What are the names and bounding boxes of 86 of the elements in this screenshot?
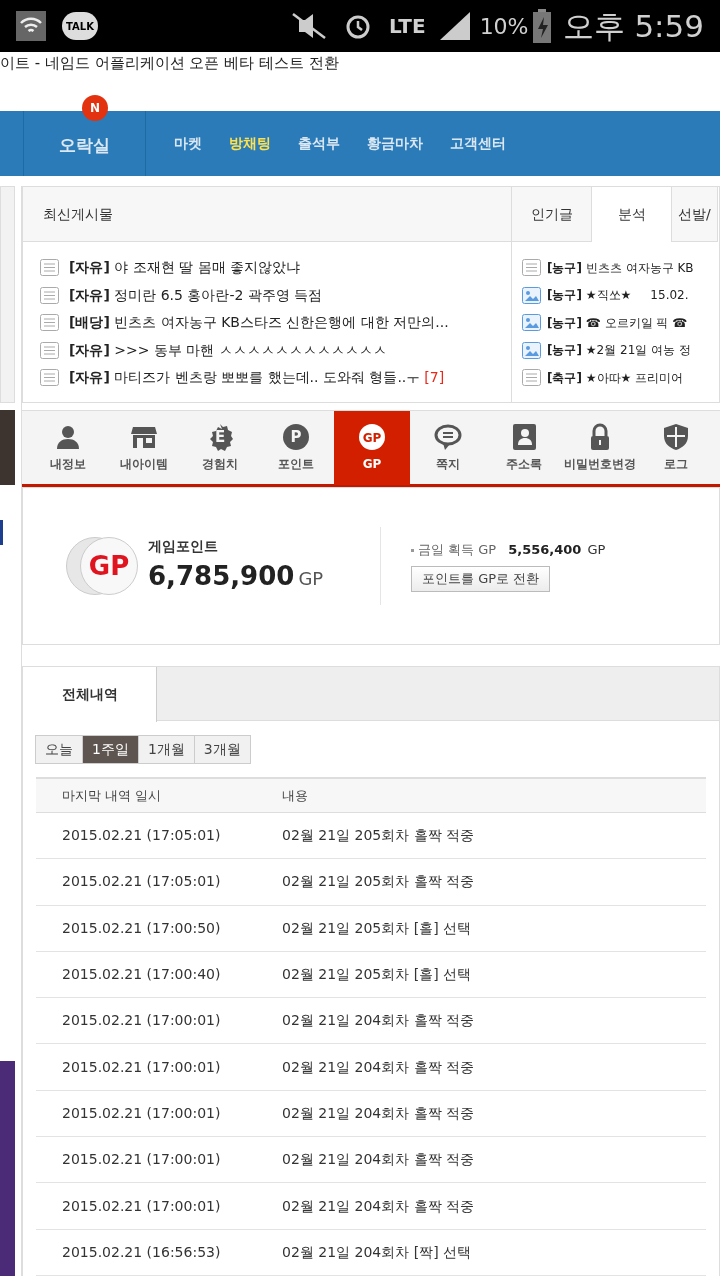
menu-tab[interactable]: GP GP — [334, 411, 410, 485]
today-gp-unit: GP — [587, 541, 606, 560]
point-icon: P — [282, 423, 310, 451]
menu-tab[interactable]: 주소록 — [486, 411, 562, 485]
table-cell-text: 2015.02.21 (17:00:01) — [61, 1150, 222, 1170]
battery-level: 10% — [479, 12, 529, 41]
period-button[interactable]: 1개월 — [137, 735, 195, 764]
page-title: 이트 - 네임드 어플리케이션 오픈 베타 테스트 전환 — [0, 53, 340, 74]
today-gp-label: 금일 획득 GP — [418, 541, 497, 560]
menu-tab[interactable]: 비밀번호변경 — [562, 411, 638, 485]
table-cell-text: 2015.02.21 (16:56:53) — [61, 1242, 222, 1262]
table-cell-text: 02월 21일 205회차 홀짝 적중 — [282, 872, 475, 892]
table-cell-text: 2015.02.21 (17:00:01) — [61, 1196, 222, 1216]
post-link[interactable]: [축구] ★아따★ 프리미어 — [547, 368, 684, 387]
today-gp-amount: 5,556,400 — [508, 541, 582, 560]
table-cell-text: 02월 21일 205회차 [홀] 선택 — [282, 918, 472, 938]
document-icon — [40, 369, 59, 387]
comment-count: [7] — [424, 368, 445, 388]
table-cell-text: 02월 21일 204회차 홀짝 적중 — [282, 1057, 475, 1077]
board-tab[interactable]: 인기글 — [512, 187, 592, 242]
period-button[interactable]: 1주일 — [82, 735, 139, 764]
convert-button[interactable]: 포인트를 GP로 전환 — [411, 565, 551, 592]
table-cell-text: 02월 21일 205회차 [홀] 선택 — [282, 965, 472, 985]
table-cell-text: 2015.02.21 (17:00:01) — [61, 1103, 222, 1123]
board-tab[interactable]: 선발/ — [672, 187, 718, 242]
table-cell-text: 2015.02.21 (17:05:01) — [61, 826, 222, 846]
new-badge: N — [82, 95, 108, 121]
history-tab[interactable]: 전체내역 — [23, 667, 157, 722]
post-link[interactable]: [농구] ★직쏘★ 15.02. — [547, 286, 689, 305]
post-link[interactable]: [자유] 정미란 6.5 홍아란-2 곽주영 득점 — [69, 284, 323, 306]
chat-app-icon: TALK — [62, 12, 98, 40]
table-cell-text: 2015.02.21 (17:00:01) — [61, 1011, 222, 1031]
battery-icon — [532, 9, 551, 43]
network-type: LTE — [388, 16, 426, 36]
table-cell-text: 02월 21일 205회차 홀짝 적중 — [282, 826, 475, 846]
menu-tab[interactable]: E 경험치 — [182, 411, 258, 485]
document-icon — [40, 286, 59, 304]
table-cell-text: 2015.02.21 (17:05:01) — [61, 872, 222, 892]
menu-tab[interactable]: 내아이템 — [106, 411, 182, 485]
nav-home-link[interactable]: 오락실 — [59, 132, 110, 159]
period-button[interactable]: 오늘 — [35, 735, 83, 764]
menu-tab[interactable]: P 포인트 — [258, 411, 334, 485]
post-link[interactable]: [농구] 빈츠츠 여자농구 KB — [547, 258, 694, 277]
gp-icon: GP — [358, 423, 386, 451]
gp-unit: GP — [298, 567, 324, 591]
gp-label: 게임포인트 — [148, 537, 219, 556]
image-post-icon — [522, 314, 541, 332]
document-icon — [522, 259, 541, 277]
table-cell-text: 2015.02.21 (17:00:40) — [61, 965, 222, 985]
document-icon — [40, 259, 59, 277]
post-link[interactable]: [농구] ★2월 21일 여농 정 — [547, 341, 691, 360]
speech-bubble-icon — [434, 423, 462, 451]
post-link[interactable]: [자유] 마티즈가 벤츠랑 뽀뽀를 했는데.. 도와줘 형들..ㅜ — [69, 367, 421, 389]
post-link[interactable]: [자유] 야 조재현 딸 몸매 좋지않았냐 — [69, 257, 301, 279]
menu-tab[interactable]: 쪽지 — [410, 411, 486, 485]
column-header: 마지막 내역 일시 — [61, 786, 163, 805]
table-cell-text: 2015.02.21 (17:00:50) — [61, 918, 222, 938]
document-icon — [522, 369, 541, 387]
table-cell-text: 02월 21일 204회차 홀짝 적중 — [282, 1150, 475, 1170]
clock: 오후 5:59 — [562, 6, 704, 46]
nav-link[interactable]: 고객센터 — [450, 133, 506, 154]
table-cell-text: 02월 21일 204회차 홀짝 적중 — [282, 1103, 475, 1123]
board-title: 최신게시물 — [23, 187, 511, 242]
post-link[interactable]: [배당] 빈츠츠 여자농구 KB스타즈 신한은행에 대한 저만의... — [69, 312, 449, 334]
contacts-icon — [510, 423, 538, 451]
table-cell-text: 02월 21일 204회차 홀짝 적중 — [282, 1196, 475, 1216]
column-header: 내용 — [282, 786, 308, 805]
document-icon — [40, 341, 59, 359]
nav-link[interactable]: 출석부 — [298, 133, 340, 154]
gp-amount: 6,785,900 — [148, 560, 295, 593]
menu-tab[interactable]: 로그 — [638, 411, 714, 485]
nav-link[interactable]: 황금마차 — [367, 133, 423, 154]
table-cell-text: 02월 21일 204회차 [짝] 선택 — [282, 1242, 472, 1262]
person-icon — [54, 423, 82, 451]
nav-link[interactable]: 마켓 — [174, 133, 202, 154]
post-link[interactable]: [자유] >>> 동부 마핸 ㅅㅅㅅㅅㅅㅅㅅㅅㅅㅅㅅㅅ — [69, 339, 387, 361]
menu-tab[interactable]: 내정보 — [30, 411, 106, 485]
wifi-icon — [16, 11, 46, 41]
table-cell-text: 2015.02.21 (17:00:01) — [61, 1057, 222, 1077]
table-cell-text: 02월 21일 204회차 홀짝 적중 — [282, 1011, 475, 1031]
shield-icon — [662, 423, 690, 451]
image-post-icon — [522, 286, 541, 304]
post-link[interactable]: [농구] ☎ 오르키일 픽 ☎ — [547, 313, 688, 332]
period-button[interactable]: 3개월 — [193, 735, 251, 764]
image-post-icon — [522, 341, 541, 359]
document-icon — [40, 314, 59, 332]
